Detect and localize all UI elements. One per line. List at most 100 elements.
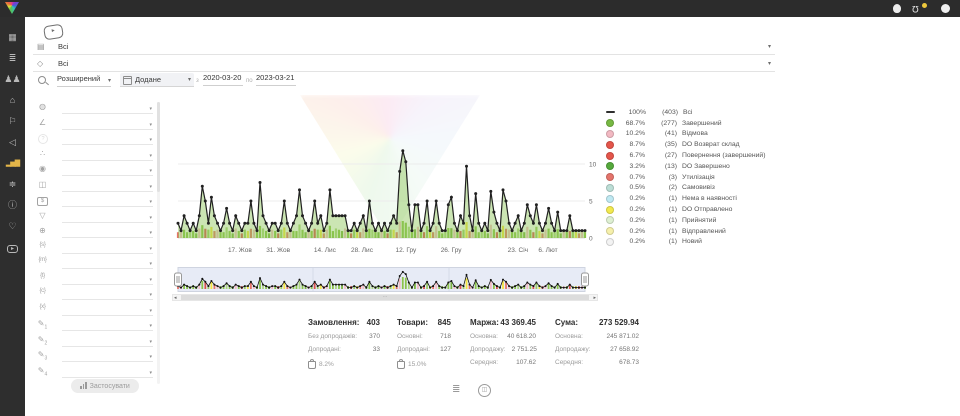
x-axis-label: 23. Січ [508, 247, 528, 254]
statistics-chart-icon[interactable]: ▂▅▇ [0, 157, 25, 170]
pricing-tag-icon[interactable]: ⚐ [0, 115, 25, 128]
date-from-input[interactable]: 2020-03-20 [203, 73, 243, 86]
legend-item[interactable]: 6.7%(27)Повернення (завершений) [606, 150, 765, 161]
upsell-rate: 15.0% [397, 359, 451, 369]
scrollbar-grip-icon: ⋯ [383, 294, 388, 300]
legend-label: Нема в наявності [682, 195, 737, 202]
dashboard-icon[interactable]: ▦ [0, 31, 25, 44]
stats-column: Маржа:43 369.45Основна:40 618.20Допродаж… [470, 318, 536, 366]
date-to-input[interactable]: 2023-03-21 [256, 73, 296, 86]
products-view-icon[interactable]: ◫ [478, 384, 491, 397]
legend-count: (27) [648, 152, 677, 159]
status-filter[interactable]: ▤ Всі ▾ [33, 40, 775, 55]
legend-count: (1) [648, 228, 677, 235]
utm-medium-icon: {m} [35, 257, 50, 263]
stats-row: Допродані:33 [308, 346, 380, 353]
info-icon[interactable]: ⓘ [0, 199, 25, 212]
location-filter[interactable]: ◉▾ [35, 164, 153, 177]
partners-heart-icon[interactable]: ♡ [0, 220, 25, 233]
utm-term-icon: {t} [35, 273, 50, 279]
filter-panel-scrollbar[interactable] [157, 102, 160, 384]
legend-percent: 3.2% [619, 163, 645, 170]
legend-item[interactable]: 0.7%(3)Утилізація [606, 172, 765, 183]
legend-item[interactable]: 0.2%(1)Прийнятий [606, 215, 765, 226]
stats-row: Основна:40 618.20 [470, 333, 536, 340]
svg-text:0: 0 [589, 236, 593, 243]
legend-item[interactable]: 0.5%(2)Самовивіз [606, 183, 765, 194]
navigator-handle[interactable] [582, 273, 589, 286]
stats-row: Допродані:127 [397, 346, 451, 353]
legend-marker [606, 162, 614, 170]
clients-icon[interactable]: ♟♟ [0, 73, 25, 86]
settings-sliders-icon[interactable]: ≑ [0, 178, 25, 191]
utm-term-filter[interactable]: {t}▾ [35, 273, 153, 286]
stats-row: Основна:245 871.02 [555, 333, 639, 340]
stats-title-label: Сума: [555, 318, 578, 327]
avatar-icon[interactable] [941, 4, 950, 13]
stats-title-value: 403 [367, 318, 380, 327]
orders-list-icon[interactable]: ≣ [0, 52, 25, 65]
store-icon[interactable]: ⌂ [0, 94, 25, 107]
video-tutorial-icon[interactable]: ▸ [43, 24, 64, 41]
payment-icon: $ [37, 197, 48, 206]
chart-navigator[interactable] [172, 267, 598, 293]
video-guide-icon[interactable]: ▸ [0, 241, 25, 256]
stats-title: Маржа:43 369.45 [470, 318, 536, 327]
legend-item[interactable]: 0.2%(1)Новий [606, 237, 765, 248]
custom-field-3-filter[interactable]: ✎3▾ [35, 350, 153, 363]
scroll-left-icon[interactable]: ◂ [174, 295, 177, 301]
scrollbar-thumb[interactable]: ⋯ [181, 295, 589, 300]
legend-label: Новий [682, 238, 702, 245]
user-icon[interactable] [893, 4, 901, 13]
utm-medium-filter[interactable]: {m}▾ [35, 257, 153, 270]
legend-item[interactable]: 68.7%(277)Завершений [606, 118, 765, 129]
app-logo-icon[interactable] [5, 2, 19, 14]
navigator-handle[interactable] [175, 273, 182, 286]
custom-field-1-filter[interactable]: ✎1▾ [35, 319, 153, 332]
orders-view-icon[interactable]: ≣ [452, 384, 460, 395]
custom-field-2-filter[interactable]: ✎2▾ [35, 335, 153, 348]
notifications-bell-icon[interactable]: Ω [912, 4, 919, 14]
notification-badge [922, 3, 927, 8]
search-mode-dropdown[interactable]: Розширений ▾ [57, 74, 111, 87]
dropdown-underline [62, 222, 153, 223]
legend-item[interactable]: 0.2%(1)DO Отправлено [606, 204, 765, 215]
legend-item[interactable]: 0.2%(1)Нема в наявності [606, 193, 765, 204]
website-icon: ⊕ [35, 226, 50, 235]
x-axis-label: 28. Лис [351, 247, 373, 254]
scroll-right-icon[interactable]: ▸ [593, 295, 596, 301]
trend-filter[interactable]: ∠▾ [35, 118, 153, 131]
scrollbar-thumb[interactable] [157, 102, 160, 192]
legend-item[interactable]: 100%(403)Всі [606, 107, 765, 118]
structure-filter[interactable]: ∴▾ [35, 149, 153, 162]
country-filter[interactable]: ◍▾ [35, 102, 153, 115]
legend-label: Всі [683, 109, 692, 116]
date-field-dropdown[interactable]: Додане ▾ [120, 73, 194, 87]
products-filter[interactable]: ◇ Всі ▾ [33, 57, 775, 72]
chart-scrollbar[interactable]: ◂ ⋯ ▸ [172, 294, 598, 301]
product-filter[interactable]: ◫▾ [35, 180, 153, 193]
marketing-megaphone-icon[interactable]: ◁ [0, 136, 25, 149]
chevron-down-icon: ▾ [149, 184, 152, 190]
stats-row: Без допродажів:370 [308, 333, 380, 340]
legend-count: (3) [648, 174, 677, 181]
help-filter[interactable]: ?▾ [35, 133, 153, 146]
website-filter[interactable]: ⊕▾ [35, 226, 153, 239]
utm-campaign-filter[interactable]: {x}▾ [35, 304, 153, 317]
legend-marker [606, 216, 614, 224]
shopping-bag-icon [308, 361, 316, 369]
utm-content-filter[interactable]: {c}▾ [35, 288, 153, 301]
stats-row-label: Допродані: [308, 346, 341, 353]
custom-field-4-filter[interactable]: ✎4▾ [35, 366, 153, 379]
payment-filter[interactable]: $▾ [35, 195, 153, 208]
stats-row-label: Середня: [555, 359, 583, 366]
legend-marker [606, 119, 614, 127]
legend-item[interactable]: 3.2%(13)DO Завершено [606, 161, 765, 172]
legend-item[interactable]: 10.2%(41)Відмова [606, 129, 765, 140]
legend-item[interactable]: 0.2%(1)Відправлений [606, 226, 765, 237]
funnel-filter[interactable]: ▽▾ [35, 211, 153, 224]
utm-source-filter[interactable]: {s}▾ [35, 242, 153, 255]
apply-button[interactable]: Застосувати [71, 379, 139, 393]
stats-title: Сума:273 529.94 [555, 318, 639, 327]
legend-item[interactable]: 8.7%(35)DO Возврат склад [606, 139, 765, 150]
